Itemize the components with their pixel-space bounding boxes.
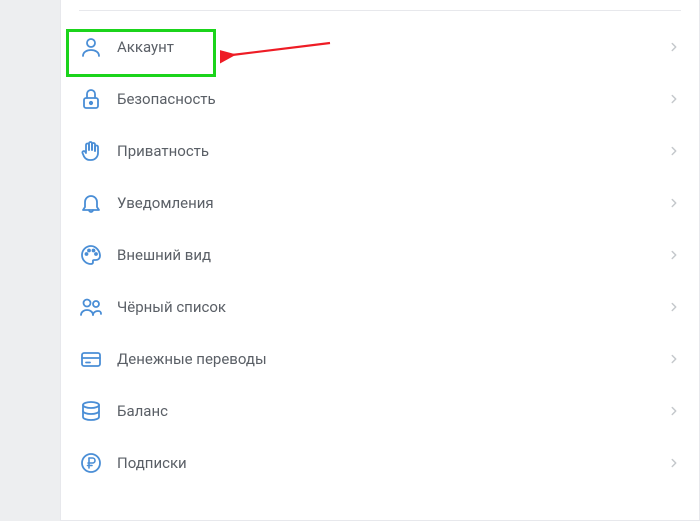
menu-item-label: Подписки [117,454,667,472]
menu-item-label: Аккаунт [117,38,667,56]
chevron-right-icon [667,92,681,106]
menu-item-label: Чёрный список [117,298,667,316]
coins-icon [79,399,103,423]
divider [79,10,681,11]
menu-item-blacklist[interactable]: Чёрный список [61,281,699,333]
bell-icon [79,191,103,215]
user-icon [79,35,103,59]
menu-item-subscriptions[interactable]: Подписки [61,437,699,489]
menu-item-appearance[interactable]: Внешний вид [61,229,699,281]
menu-item-notifications[interactable]: Уведомления [61,177,699,229]
chevron-right-icon [667,352,681,366]
palette-icon [79,243,103,267]
menu-item-security[interactable]: Безопасность [61,73,699,125]
hand-icon [79,139,103,163]
menu-item-account[interactable]: Аккаунт [61,21,699,73]
menu-item-label: Внешний вид [117,246,667,264]
chevron-right-icon [667,404,681,418]
menu-item-privacy[interactable]: Приватность [61,125,699,177]
chevron-right-icon [667,300,681,314]
chevron-right-icon [667,144,681,158]
menu-item-label: Приватность [117,142,667,160]
chevron-right-icon [667,456,681,470]
settings-panel: Аккаунт Безопасность Приватность Уведомл… [60,0,700,521]
menu-item-money[interactable]: Денежные переводы [61,333,699,385]
lock-icon [79,87,103,111]
menu-item-balance[interactable]: Баланс [61,385,699,437]
menu-item-label: Денежные переводы [117,350,667,368]
chevron-right-icon [667,40,681,54]
chevron-right-icon [667,248,681,262]
card-icon [79,347,103,371]
menu-item-label: Безопасность [117,90,667,108]
users-icon [79,295,103,319]
menu-item-label: Баланс [117,402,667,420]
ruble-icon [79,451,103,475]
chevron-right-icon [667,196,681,210]
menu-item-label: Уведомления [117,194,667,212]
